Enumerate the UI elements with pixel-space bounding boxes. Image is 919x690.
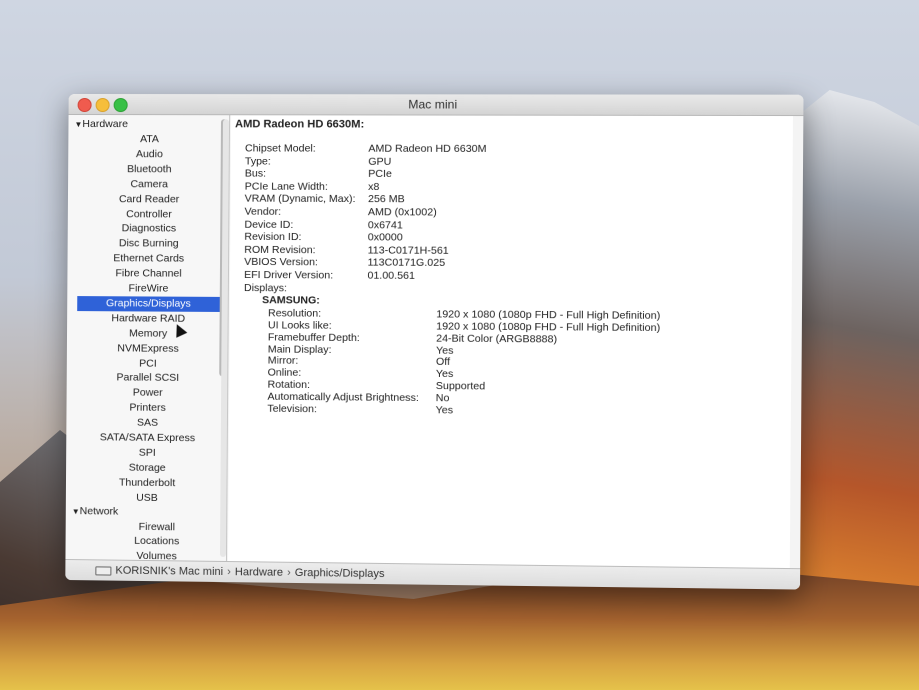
display-property-key: Television: bbox=[267, 403, 317, 417]
detail-pane: AMD Radeon HD 6630M: Chipset Model: AMD R… bbox=[228, 115, 793, 568]
sidebar-item[interactable]: Fibre Channel bbox=[77, 266, 220, 281]
sidebar-group-label: Hardware bbox=[82, 118, 128, 130]
property-key: Type: bbox=[245, 155, 271, 168]
property-key: ROM Revision: bbox=[244, 244, 315, 257]
disclosure-triangle-icon[interactable]: ▼ bbox=[72, 507, 80, 516]
sidebar-item[interactable]: ATA bbox=[78, 132, 221, 147]
property-value: 256 MB bbox=[368, 193, 405, 206]
path-graphics-displays[interactable]: Graphics/Displays bbox=[295, 567, 385, 580]
disclosure-triangle-icon[interactable]: ▼ bbox=[74, 120, 82, 129]
sidebar-item[interactable]: USB bbox=[76, 490, 219, 506]
sidebar-item[interactable]: SPI bbox=[76, 445, 219, 461]
sidebar-item[interactable]: Thunderbolt bbox=[76, 475, 219, 491]
property-value: 0x0000 bbox=[368, 231, 403, 244]
sidebar-item[interactable]: Storage bbox=[76, 460, 219, 476]
sidebar-item[interactable]: Controller bbox=[78, 207, 221, 222]
property-value: PCIe bbox=[368, 168, 392, 181]
sidebar-item[interactable]: Printers bbox=[76, 400, 219, 416]
sidebar-group-0[interactable]: ▼Hardware bbox=[74, 117, 128, 132]
mac-mini-icon bbox=[95, 566, 111, 575]
sidebar-item[interactable]: Parallel SCSI bbox=[77, 370, 220, 386]
property-key: Vendor: bbox=[245, 206, 282, 219]
property-key: VRAM (Dynamic, Max): bbox=[245, 193, 356, 206]
titlebar: Mac mini bbox=[69, 94, 804, 116]
window-title: Mac mini bbox=[69, 97, 804, 112]
path-computer[interactable]: KORISNIK's Mac mini bbox=[115, 565, 223, 578]
sidebar-item[interactable]: PCI bbox=[77, 356, 220, 372]
display-property-value: 24-Bit Color (ARGB8888) bbox=[436, 332, 557, 346]
system-information-window: Mac mini ▼Hardware ▼Network ATA Audio Blueto… bbox=[65, 94, 803, 590]
path-hardware[interactable]: Hardware bbox=[235, 566, 283, 579]
property-key: Device ID: bbox=[244, 218, 293, 231]
property-key: Revision ID: bbox=[244, 231, 301, 244]
property-key: Bus: bbox=[245, 168, 266, 181]
property-value: AMD (0x1002) bbox=[368, 206, 437, 219]
sidebar-item[interactable]: Hardware RAID bbox=[77, 311, 220, 327]
display-name: SAMSUNG: bbox=[262, 294, 320, 307]
sidebar-item[interactable]: Card Reader bbox=[78, 192, 221, 207]
property-value: x8 bbox=[368, 181, 379, 194]
path-separator: › bbox=[227, 566, 231, 578]
sidebar-group-1[interactable]: ▼Network bbox=[72, 504, 119, 520]
sidebar-item[interactable]: SAS bbox=[76, 415, 219, 431]
property-value: 0x6741 bbox=[368, 219, 403, 232]
section-title: AMD Radeon HD 6630M: bbox=[235, 118, 364, 130]
display-property-value: Yes bbox=[436, 404, 454, 417]
property-value: 113-C0171H-561 bbox=[368, 244, 449, 257]
sidebar-item[interactable]: Camera bbox=[78, 177, 221, 192]
sidebar-item[interactable]: Ethernet Cards bbox=[77, 251, 220, 266]
property-value: GPU bbox=[368, 155, 391, 168]
sidebar-item[interactable]: NVMExpress bbox=[77, 341, 220, 357]
sidebar-item[interactable]: Audio bbox=[78, 147, 221, 162]
sidebar-item[interactable]: Power bbox=[77, 385, 220, 401]
sidebar-item[interactable]: Graphics/Displays bbox=[77, 296, 220, 312]
property-value: 01.00.561 bbox=[367, 270, 415, 283]
sidebar-item[interactable]: Diagnostics bbox=[78, 221, 221, 236]
sidebar-item[interactable]: FireWire bbox=[77, 281, 220, 297]
sidebar: ▼Hardware ▼Network ATA Audio Bluetooth Camera… bbox=[65, 115, 230, 561]
property-value: AMD Radeon HD 6630M bbox=[368, 143, 486, 156]
property-key: Chipset Model: bbox=[245, 142, 316, 155]
sidebar-item[interactable]: Memory bbox=[77, 326, 220, 342]
property-key: PCIe Lane Width: bbox=[245, 180, 328, 193]
sidebar-item[interactable]: Disc Burning bbox=[78, 236, 221, 251]
property-value: 113C0171G.025 bbox=[368, 257, 446, 271]
property-key: EFI Driver Version: bbox=[244, 269, 333, 283]
property-key: Displays: bbox=[244, 282, 287, 295]
sidebar-group-label: Network bbox=[80, 505, 119, 517]
path-separator: › bbox=[287, 567, 291, 579]
property-key: VBIOS Version: bbox=[244, 256, 318, 269]
sidebar-item[interactable]: Bluetooth bbox=[78, 162, 221, 177]
sidebar-item[interactable]: SATA/SATA Express bbox=[76, 430, 219, 446]
